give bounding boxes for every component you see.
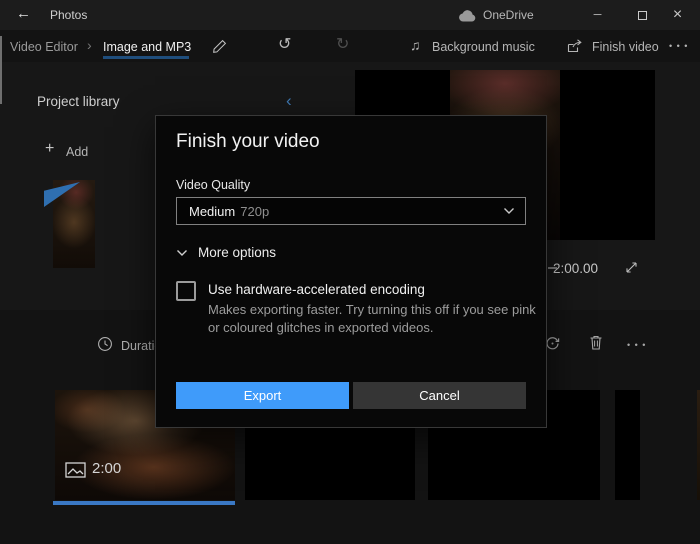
onedrive-cloud-icon[interactable] bbox=[458, 10, 477, 22]
minimize-icon: ─ bbox=[594, 9, 602, 21]
timeline-ellipsis-icon[interactable]: • • • bbox=[627, 341, 646, 350]
clip-duration-badge: 2:00 bbox=[92, 460, 121, 477]
onedrive-label[interactable]: OneDrive bbox=[483, 8, 534, 22]
image-type-icon bbox=[65, 462, 86, 478]
dropdown-chevron-icon bbox=[503, 207, 515, 215]
trash-icon[interactable] bbox=[588, 334, 604, 351]
description-line-2: or coloured glitches in exported videos. bbox=[208, 319, 536, 337]
more-ellipsis-icon[interactable]: • • • bbox=[669, 42, 688, 51]
video-quality-label: Video Quality bbox=[176, 178, 250, 192]
clip-selection-bar bbox=[53, 501, 235, 505]
app-title: Photos bbox=[50, 8, 87, 22]
finish-video-button[interactable]: Finish video bbox=[592, 40, 659, 54]
more-options-toggle[interactable]: More options bbox=[198, 245, 276, 260]
collapse-pane-chevron-icon[interactable]: ‹ bbox=[286, 92, 292, 109]
undo-icon[interactable]: ↺ bbox=[278, 37, 291, 53]
fullscreen-expand-icon[interactable] bbox=[623, 259, 640, 276]
close-icon: × bbox=[673, 6, 682, 24]
finish-video-icon bbox=[566, 38, 583, 54]
titlebar: ← Photos OneDrive ─ × bbox=[0, 0, 700, 30]
duration-clock-icon bbox=[97, 336, 113, 352]
back-icon[interactable]: ← bbox=[16, 6, 31, 21]
dialog-title: Finish your video bbox=[176, 131, 320, 153]
export-button[interactable]: Export bbox=[176, 382, 349, 409]
quality-value: Medium bbox=[189, 204, 235, 219]
minimize-button[interactable]: ─ bbox=[575, 0, 620, 30]
add-button[interactable]: Add bbox=[66, 145, 88, 159]
hardware-encoding-checkbox[interactable] bbox=[176, 281, 196, 301]
elapsed-time: 2:00.00 bbox=[553, 261, 598, 276]
more-options-chevron-icon bbox=[176, 249, 188, 257]
rename-pencil-icon[interactable] bbox=[212, 39, 227, 54]
project-title[interactable]: Image and MP3 bbox=[103, 40, 191, 54]
command-bar: Video Editor › Image and MP3 ↺ ↻ ♫ Backg… bbox=[0, 30, 700, 62]
hardware-encoding-label[interactable]: Use hardware-accelerated encoding bbox=[208, 282, 425, 297]
left-edge-scrollbar[interactable] bbox=[0, 36, 2, 104]
cancel-button[interactable]: Cancel bbox=[353, 382, 526, 409]
breadcrumb-chevron-icon: › bbox=[87, 38, 92, 52]
finish-video-dialog: Finish your video Video Quality Medium 7… bbox=[155, 115, 547, 428]
description-line-1: Makes exporting faster. Try turning this… bbox=[208, 301, 536, 319]
breadcrumb-video-editor[interactable]: Video Editor bbox=[10, 40, 78, 54]
hardware-encoding-description: Makes exporting faster. Try turning this… bbox=[208, 301, 536, 337]
background-music-button[interactable]: Background music bbox=[432, 40, 535, 54]
timeline-clip-4[interactable] bbox=[615, 390, 640, 500]
video-quality-select[interactable]: Medium 720p bbox=[176, 197, 526, 225]
maximize-icon bbox=[638, 11, 647, 20]
photos-app-window: ← Photos OneDrive ─ × Video Editor › Ima… bbox=[0, 0, 700, 544]
quality-suffix: 720p bbox=[240, 204, 269, 219]
project-title-underline bbox=[103, 56, 189, 59]
close-button[interactable]: × bbox=[655, 0, 700, 30]
redo-icon[interactable]: ↻ bbox=[336, 37, 349, 53]
add-plus-icon: + bbox=[45, 141, 54, 157]
project-library-heading: Project library bbox=[37, 94, 120, 109]
music-note-icon: ♫ bbox=[410, 38, 421, 52]
